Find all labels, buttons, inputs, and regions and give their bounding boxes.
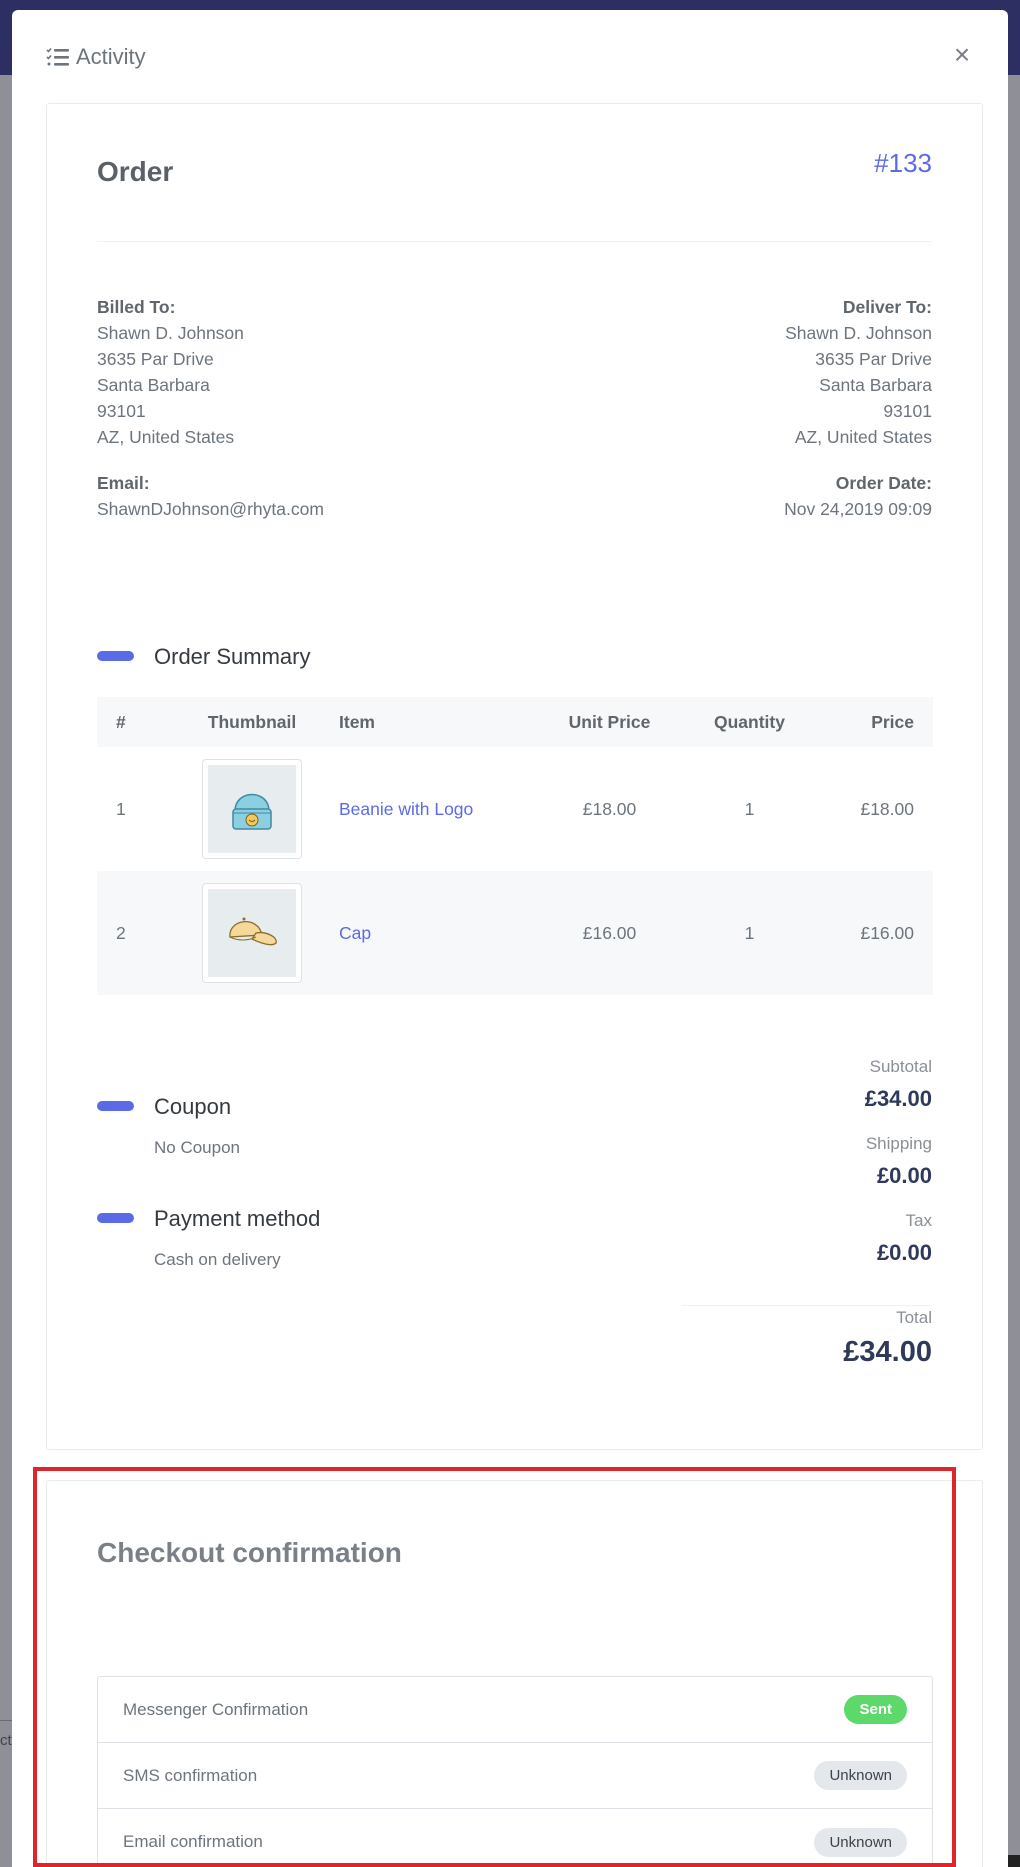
deliver-city: Santa Barbara [819, 375, 932, 395]
list-item: Email confirmation Unknown [98, 1809, 932, 1867]
shipping-value: £0.00 [876, 1163, 932, 1188]
row-number: 2 [116, 922, 126, 943]
email-confirmation-label: Email confirmation [123, 1832, 263, 1851]
row-item[interactable]: Cap [327, 871, 537, 995]
table-row: 2 Cap £16.00 1 £16.00 [97, 871, 933, 995]
row-price: £16.00 [860, 922, 914, 943]
list-item: Messenger Confirmation Sent [98, 1677, 932, 1743]
subtotal-value: £34.00 [864, 1086, 932, 1111]
subtotal-label: Subtotal [869, 1057, 932, 1076]
order-date-value: Nov 24,2019 09:09 [784, 499, 932, 519]
modal-title: Activity [46, 44, 146, 70]
messenger-confirmation-label: Messenger Confirmation [123, 1699, 309, 1719]
email-label: Email: [97, 473, 150, 493]
status-badge: Unknown [814, 1827, 907, 1857]
table-row: 1 Beanie with Logo £18.00 1 £18.00 [97, 747, 933, 871]
order-summary-table: # Thumbnail Item Unit Price Quantity Pri… [97, 697, 933, 995]
status-badge: Sent [844, 1695, 907, 1724]
coupon-heading: Coupon [154, 1094, 232, 1119]
row-thumbnail [177, 871, 327, 995]
row-quantity: 1 [744, 922, 755, 943]
row-quantity: 1 [744, 798, 755, 819]
billed-to-address: Billed To: Shawn D. Johnson 3635 Par Dri… [97, 294, 244, 450]
modal-header: Activity × [12, 10, 1008, 103]
billed-street: 3635 Par Drive [97, 349, 214, 369]
row-number: 1 [116, 798, 126, 819]
status-badge: Unknown [814, 1761, 907, 1790]
cap-thumbnail[interactable] [202, 883, 302, 983]
order-summary-title: Order Summary [154, 644, 311, 669]
divider [97, 241, 932, 242]
row-price: £18.00 [860, 798, 914, 819]
totals-divider [682, 1305, 932, 1306]
tax-value: £0.00 [876, 1240, 932, 1265]
col-header-number: # [116, 711, 126, 732]
order-date-label: Order Date: [835, 473, 932, 493]
confirmation-status-list: Messenger Confirmation Sent SMS confirma… [97, 1676, 933, 1867]
beanie-image [208, 765, 296, 853]
col-header-quantity: Quantity [714, 711, 785, 732]
deliver-region: AZ, United States [794, 427, 932, 447]
billed-name: Shawn D. Johnson [97, 323, 244, 343]
billed-region: AZ, United States [97, 427, 235, 447]
total-label: Total [896, 1308, 932, 1327]
modal-title-text: Activity [76, 44, 146, 69]
close-button[interactable]: × [950, 41, 974, 69]
deliver-zip: 93101 [883, 401, 932, 421]
col-header-thumbnail: Thumbnail [207, 711, 297, 732]
order-totals: Subtotal £34.00 Shipping £0.00 Tax £0.00… [843, 1057, 932, 1369]
payment-method-value: Cash on delivery [154, 1250, 281, 1269]
deliver-name: Shawn D. Johnson [785, 323, 932, 343]
section-marker [97, 1101, 134, 1111]
order-date-block: Order Date: Nov 24,2019 09:09 [784, 470, 932, 522]
table-header-row: # Thumbnail Item Unit Price Quantity Pri… [97, 697, 933, 747]
activity-modal: Activity × Order #133 Billed To: Shawn D… [12, 10, 1008, 1867]
checkout-confirmation-title: Checkout confirmation [97, 1537, 402, 1568]
email-value: ShawnDJohnson@rhyta.com [97, 499, 324, 519]
sms-confirmation-label: SMS confirmation [123, 1765, 258, 1785]
row-unit-price: £16.00 [582, 922, 637, 943]
billed-to-label: Billed To: [97, 297, 176, 317]
beanie-thumbnail[interactable] [202, 759, 302, 859]
order-title: Order [97, 156, 174, 187]
shipping-label: Shipping [865, 1134, 932, 1153]
backdrop-text-fragment: ct [0, 1732, 12, 1749]
item-link-cap[interactable]: Cap [339, 923, 371, 943]
billed-city: Santa Barbara [97, 375, 210, 395]
payment-method-heading: Payment method [154, 1206, 321, 1231]
order-card: Order #133 Billed To: Shawn D. Johnson 3… [46, 103, 983, 1450]
list-check-icon [46, 47, 70, 67]
checkout-confirmation-card: Checkout confirmation Messenger Confirma… [46, 1480, 983, 1867]
billed-zip: 93101 [97, 401, 146, 421]
order-number: #133 [874, 148, 932, 178]
tax-label: Tax [905, 1211, 932, 1230]
deliver-to-label: Deliver To: [842, 297, 932, 317]
col-header-item: Item [339, 711, 375, 732]
email-block: Email: ShawnDJohnson@rhyta.com [97, 470, 324, 522]
total-value: £34.00 [843, 1336, 932, 1368]
row-item[interactable]: Beanie with Logo [327, 747, 537, 871]
close-icon[interactable]: × [954, 39, 970, 70]
coupon-value: No Coupon [154, 1138, 241, 1157]
cap-image [208, 889, 296, 977]
deliver-to-address: Deliver To: Shawn D. Johnson 3635 Par Dr… [785, 294, 932, 450]
col-header-unit-price: Unit Price [568, 711, 651, 732]
list-item: SMS confirmation Unknown [98, 1743, 932, 1809]
row-unit-price: £18.00 [582, 798, 637, 819]
section-marker [97, 651, 134, 661]
section-marker [97, 1213, 134, 1223]
deliver-street: 3635 Par Drive [815, 349, 932, 369]
item-link-beanie[interactable]: Beanie with Logo [339, 799, 473, 819]
col-header-price: Price [871, 711, 914, 732]
row-thumbnail [177, 747, 327, 871]
